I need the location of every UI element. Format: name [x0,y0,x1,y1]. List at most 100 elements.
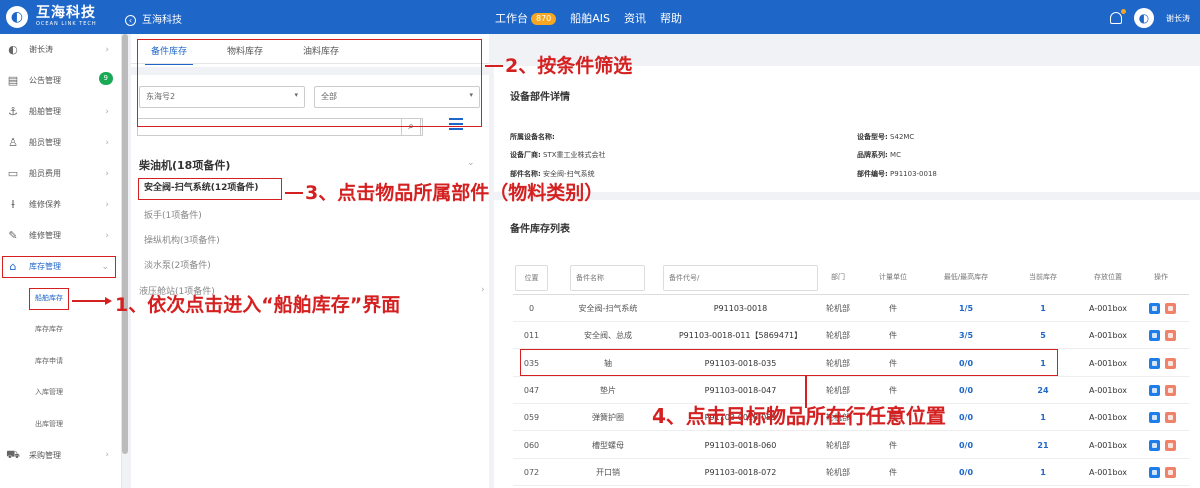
ship-select[interactable]: 东海号2 ▾ [139,86,305,108]
sidebar-item-label: 库存管理 [29,262,61,271]
delete-icon[interactable] [1165,357,1176,369]
equip-name: 所属设备名称: [510,132,555,142]
tree-item[interactable]: 淡水泵(2项备件) [144,258,211,271]
dept-select[interactable]: 全部 ▾ [314,86,480,108]
table-row[interactable]: 0 安全阀-扫气系统 P91103-0018 轮机部 件 1/5 1 A-001box [513,295,1189,322]
delete-icon[interactable] [1165,384,1176,396]
tab-oil[interactable]: 油料库存 [297,44,345,65]
sidebar-item-repair[interactable]: ✎ 维修管理 › [0,220,121,251]
user-name[interactable]: 谢长涛 [1166,13,1190,24]
search-input[interactable] [137,118,423,136]
sidebar-sub-ship-inventory[interactable]: 船舶库存 [0,282,121,314]
cell-loc: A-001box [1089,331,1127,341]
sidebar-sub-out[interactable]: 出库管理 [0,408,121,440]
sidebar-scrollbar[interactable] [122,34,128,454]
tab-spare-parts[interactable]: 备件库存 [145,44,194,65]
annotation-arrow [72,300,106,302]
avatar[interactable]: ◐ [1134,8,1154,28]
col-header[interactable]: 备件名称 [570,265,645,291]
chevron-right-icon[interactable]: › [481,285,485,295]
chevron-right-icon: › [105,106,109,117]
sidebar-sub-in[interactable]: 入库管理 [0,377,121,409]
app-subtitle: OCEAN LINK TECH [36,21,97,27]
nav-ais[interactable]: 船舶AIS [570,10,610,26]
app-name: 互海科技 [36,5,96,21]
sidebar-sub-stock[interactable]: 库存库存 [0,314,121,346]
edit-icon[interactable] [1149,412,1160,424]
nav-help[interactable]: 帮助 [660,10,682,26]
sidebar-item-label: 公告管理 [29,76,61,85]
cell-cur: 24 [1037,385,1049,395]
sidebar-item-ship[interactable]: ⚓ 船舶管理 › [0,96,121,127]
sidebar-item-purchase[interactable]: ⛟ 采购管理 › [0,440,121,471]
wrench-icon: Ɨ [11,198,15,211]
table-row[interactable]: 060 槽型螺母 P91103-0018-060 轮机部 件 0/0 21 A-001box [513,432,1189,459]
annotation-arrow [485,65,503,67]
chevron-right-icon: › [105,450,109,460]
app-logo[interactable]: ◐ 互海科技 OCEAN LINK TECH [6,6,97,28]
menu-icon[interactable] [449,118,463,133]
sidebar-item-user[interactable]: ◐ 谢长涛 › [0,34,121,65]
cell-name: 弹簧护圈 [592,413,624,423]
tool-icon: ✎ [8,229,18,242]
edit-icon[interactable] [1149,303,1160,314]
annotation-step-1: 1、依次点击进入“船舶库存”界面 [115,294,401,316]
anchor-icon: ⚓ [8,105,18,118]
field-label: 设备型号: [857,133,888,141]
delete-icon[interactable] [1165,412,1176,424]
edit-icon[interactable] [1149,466,1160,478]
cell-unit: 件 [889,358,897,368]
cell-name: 安全阀-扫气系统 [578,304,638,313]
table-row[interactable]: 072 开口销 P91103-0018-072 轮机部 件 0/0 1 A-001box [513,459,1189,486]
cell-pos: 0 [528,304,535,313]
delete-icon[interactable] [1165,303,1176,314]
cell-name: 槽型螺母 [592,440,624,450]
sidebar-item-inventory[interactable]: ⌂ 库存管理 ⌄ [0,251,121,282]
dept-select-value: 全部 [321,92,337,101]
cell-name: 轴 [604,358,612,368]
notice-icon: ▤ [7,74,19,87]
edit-icon[interactable] [1149,330,1160,342]
delete-icon[interactable] [1165,466,1176,478]
ship-select-value: 东海号2 [146,92,176,101]
sidebar-item-notice[interactable]: ▤ 公告管理 9 [0,65,121,96]
cell-dept: 轮机部 [826,358,850,368]
tree-item[interactable]: 扳手(1项备件) [144,208,202,221]
tree-root[interactable]: 柴油机(18项备件) [139,157,230,173]
sidebar-sub-apply[interactable]: 库存申请 [0,345,121,377]
sidebar-item-crew[interactable]: ♙ 船员管理 › [0,127,121,158]
delete-icon[interactable] [1165,439,1176,451]
cell-minmax: 1/5 [958,304,974,313]
col-header[interactable]: 备件代号/ [663,265,818,291]
chevron-down-icon[interactable]: ⌄ [467,158,475,168]
table-row[interactable]: 011 安全阀、总成 P91103-0018-011【5869471】 轮机部 件 3/5… [513,322,1189,350]
nav-workbench[interactable]: 工作台 870 [495,10,557,26]
search-icon[interactable]: ⌕ [401,118,421,136]
cell-code: P91103-0018-035 [704,358,777,368]
cell-name: 开口销 [596,467,620,477]
edit-icon[interactable] [1149,439,1160,451]
cell-code: P91103-0018-060 [704,440,777,450]
cell-cur: 1 [1040,467,1046,477]
back-icon[interactable]: ‹ [125,14,136,26]
breadcrumb[interactable]: ‹ 互海科技 [125,11,182,26]
edit-icon[interactable] [1149,384,1160,396]
nav-news[interactable]: 资讯 [624,10,646,26]
delete-icon[interactable] [1165,330,1176,342]
tree-item-selected[interactable]: 安全阀-扫气系统(12项备件) [144,180,259,193]
cell-cur: 1 [1040,413,1046,423]
tree-item[interactable]: 操纵机构(3项备件) [144,233,220,246]
sidebar-item-maintenance[interactable]: Ɨ 维修保养 › [0,189,121,220]
field-label: 部件编号: [857,170,888,178]
chevron-right-icon: › [105,137,109,148]
cell-minmax: 3/5 [958,331,974,341]
sidebar-item-crew-fee[interactable]: ▭ 船员费用 › [0,158,121,189]
cell-dept: 轮机部 [826,331,850,341]
cell-cur: 5 [1040,331,1046,341]
bell-icon[interactable] [1110,9,1126,24]
table-row[interactable]: 035 轴 P91103-0018-035 轮机部 件 0/0 1 A-001box [513,350,1189,377]
edit-icon[interactable] [1149,357,1160,369]
cell-loc: A-001box [1089,413,1127,423]
tab-materials[interactable]: 物料库存 [221,44,269,65]
cell-cur: 21 [1037,440,1049,450]
